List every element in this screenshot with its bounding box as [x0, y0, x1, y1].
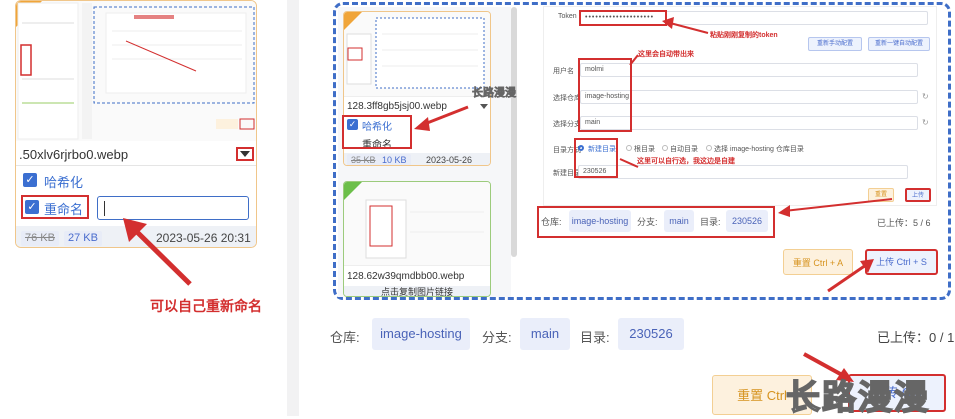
- repo-label: 仓库:: [330, 330, 360, 345]
- annotation-arrow: [123, 218, 192, 286]
- annotation-arrows: [414, 17, 893, 293]
- hash-checkbox[interactable]: ✓: [23, 173, 37, 187]
- dir-label: 目录:: [580, 330, 610, 345]
- thumbnail-preview: [16, 1, 255, 140]
- panel-separator: [287, 0, 299, 416]
- new-size-badge: 27 KB: [64, 231, 102, 246]
- image-thumbnail: [16, 1, 256, 141]
- text-cursor: [104, 201, 105, 216]
- annotation-rename: 可以自己重新命名: [150, 298, 262, 314]
- filename-text: .50xlv6rjrbo0.webp: [19, 147, 129, 162]
- rename-checkbox[interactable]: ✓: [25, 200, 39, 214]
- dir-chip: 230526: [618, 318, 684, 350]
- image-card[interactable]: .50xlv6rjrbo0.webp ✓ 哈希化 ✓ 重命名 76 KB 27 …: [15, 0, 257, 248]
- dropdown-button[interactable]: [236, 147, 254, 161]
- branch-label: 分支:: [482, 330, 512, 345]
- branch-chip: main: [520, 318, 570, 350]
- rename-label: 重命名: [44, 202, 84, 217]
- chevron-down-icon: [240, 151, 250, 157]
- hash-label: 哈希化: [44, 175, 84, 190]
- old-size-badge: 76 KB: [21, 231, 59, 246]
- watermark: 长路漫漫: [785, 378, 930, 418]
- uploaded-count: 已上传：0 / 1: [877, 330, 955, 345]
- repo-chip: image-hosting: [372, 318, 470, 350]
